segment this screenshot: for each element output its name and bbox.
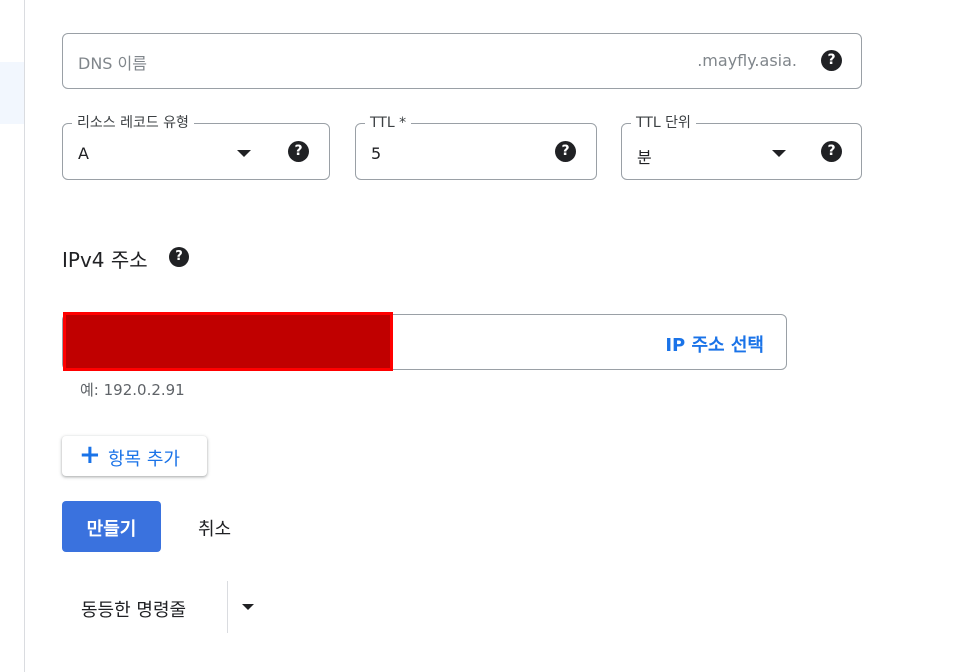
dns-name-input[interactable]: DNS 이름 .mayfly.asia. ?: [62, 33, 862, 89]
ttl-unit-value: 분: [637, 148, 652, 167]
record-type-select[interactable]: 리소스 레코드 유형 A ?: [62, 114, 330, 180]
ipv4-example-hint: 예: 192.0.2.91: [80, 381, 185, 399]
record-type-dropdown-icon[interactable]: [237, 150, 251, 157]
ipv4-section-title: IPv4 주소: [62, 248, 148, 272]
dns-name-placeholder: DNS 이름: [78, 54, 147, 73]
ttl-input[interactable]: TTL * 5 ?: [355, 114, 597, 180]
create-button[interactable]: 만들기: [62, 501, 161, 552]
ipv4-help-icon[interactable]: ?: [169, 247, 189, 267]
cancel-button[interactable]: 취소: [182, 501, 256, 552]
dns-name-help-icon[interactable]: ?: [821, 50, 842, 71]
redacted-ip-value: [63, 312, 393, 371]
rail-selected-item[interactable]: [0, 62, 24, 124]
ttl-label: TTL *: [365, 114, 412, 132]
ttl-value: 5: [371, 144, 382, 163]
left-navigation-rail: [0, 0, 25, 672]
chevron-down-icon: [242, 604, 254, 610]
ttl-unit-select[interactable]: TTL 단위 분 ?: [621, 114, 862, 180]
ttl-unit-dropdown-icon[interactable]: [772, 150, 786, 157]
record-type-help-icon[interactable]: ?: [288, 141, 309, 162]
equivalent-command-line-button[interactable]: 동등한 명령줄: [62, 581, 228, 633]
command-line-dropdown-button[interactable]: [228, 581, 268, 633]
record-type-value: A: [78, 144, 89, 163]
ipv4-address-input[interactable]: IP 주소 선택: [62, 312, 787, 371]
create-button-label: 만들기: [86, 519, 137, 540]
equivalent-command-line-label: 동등한 명령줄: [81, 600, 187, 621]
plus-icon: +: [79, 440, 101, 470]
dns-name-suffix: .mayfly.asia.: [697, 51, 797, 70]
ttl-unit-label: TTL 단위: [631, 114, 696, 132]
add-item-button[interactable]: + 항목 추가: [62, 436, 207, 476]
ttl-help-icon[interactable]: ?: [555, 141, 576, 162]
ttl-unit-help-icon[interactable]: ?: [821, 141, 842, 162]
cancel-button-label: 취소: [198, 519, 232, 540]
add-item-label: 항목 추가: [108, 449, 180, 470]
record-type-label: 리소스 레코드 유형: [72, 114, 194, 132]
select-ip-address-button[interactable]: IP 주소 선택: [665, 331, 764, 357]
